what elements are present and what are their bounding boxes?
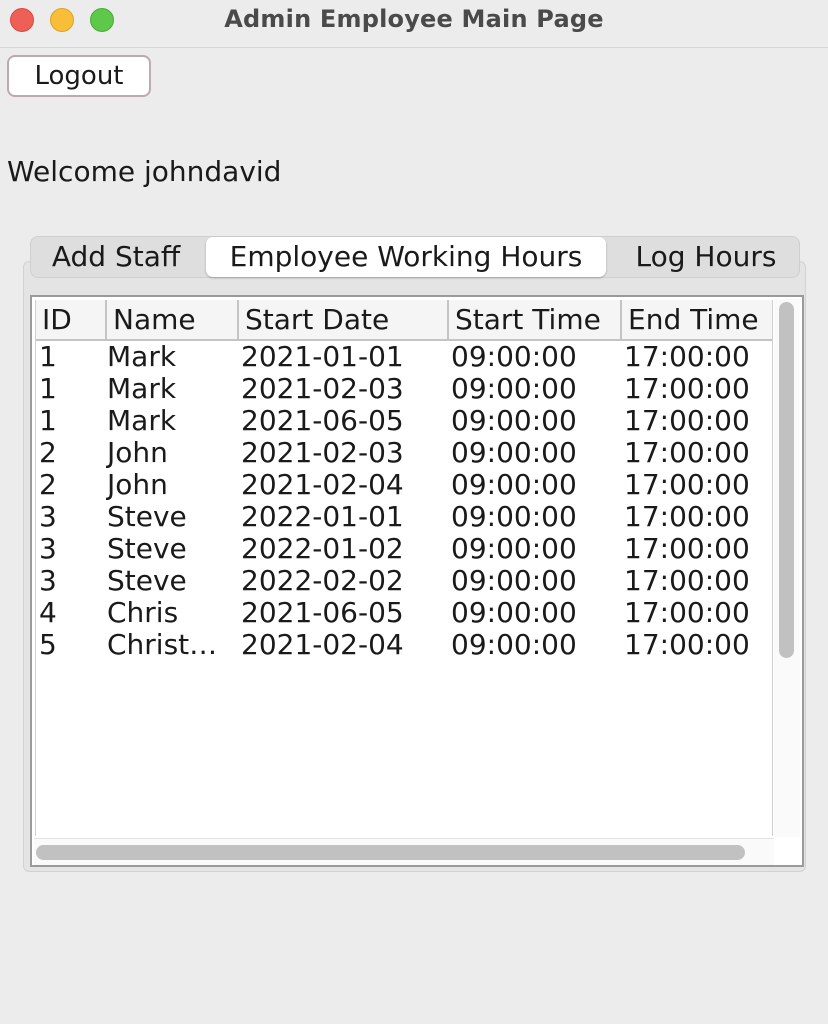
cell-start-time[interactable]: 09:00:00 — [448, 340, 621, 373]
cell-start-time[interactable]: 09:00:00 — [448, 405, 621, 437]
table-header-row: ID Name Start Date Start Time End Time — [36, 300, 772, 341]
cell-name[interactable]: Mark — [106, 340, 238, 373]
cell-end-time[interactable]: 17:00:00 — [621, 437, 772, 469]
cell-id[interactable]: 2 — [36, 437, 106, 469]
cell-name[interactable]: Steve — [106, 501, 238, 533]
table-row[interactable]: 3 Steve 2022-01-02 09:00:00 17:00:00 — [36, 533, 772, 565]
cell-start-time[interactable]: 09:00:00 — [448, 501, 621, 533]
cell-name[interactable]: Steve — [106, 565, 238, 597]
cell-id[interactable]: 3 — [36, 533, 106, 565]
cell-start-date[interactable]: 2022-02-02 — [238, 565, 448, 597]
cell-id[interactable]: 1 — [36, 373, 106, 405]
cell-end-time[interactable]: 17:00:00 — [621, 469, 772, 501]
cell-end-time[interactable]: 17:00:00 — [621, 340, 772, 373]
welcome-text: Welcome johndavid — [7, 155, 282, 188]
cell-end-time[interactable]: 17:00:00 — [621, 405, 772, 437]
cell-start-date[interactable]: 2021-06-05 — [238, 597, 448, 629]
cell-start-time[interactable]: 09:00:00 — [448, 629, 621, 661]
cell-id[interactable]: 5 — [36, 629, 106, 661]
cell-name[interactable]: Mark — [106, 405, 238, 437]
table-row[interactable]: 4 Chris 2021-06-05 09:00:00 17:00:00 — [36, 597, 772, 629]
cell-start-time[interactable]: 09:00:00 — [448, 565, 621, 597]
vertical-scroll-thumb[interactable] — [779, 302, 794, 658]
table-row[interactable]: 5 Christ… 2021-02-04 09:00:00 17:00:00 — [36, 629, 772, 661]
cell-start-date[interactable]: 2021-06-05 — [238, 405, 448, 437]
cell-id[interactable]: 3 — [36, 565, 106, 597]
cell-name[interactable]: Christ… — [106, 629, 238, 661]
cell-name[interactable]: John — [106, 469, 238, 501]
cell-id[interactable]: 1 — [36, 340, 106, 373]
cell-start-date[interactable]: 2022-01-02 — [238, 533, 448, 565]
cell-start-time[interactable]: 09:00:00 — [448, 469, 621, 501]
logout-button[interactable]: Logout — [7, 55, 151, 97]
column-header-end-time[interactable]: End Time — [621, 300, 772, 341]
cell-name[interactable]: Steve — [106, 533, 238, 565]
cell-start-time[interactable]: 09:00:00 — [448, 373, 621, 405]
cell-end-time[interactable]: 17:00:00 — [621, 373, 772, 405]
cell-start-date[interactable]: 2021-02-03 — [238, 437, 448, 469]
cell-start-time[interactable]: 09:00:00 — [448, 437, 621, 469]
horizontal-scroll-thumb[interactable] — [36, 845, 745, 860]
cell-id[interactable]: 3 — [36, 501, 106, 533]
table-row[interactable]: 1 Mark 2021-06-05 09:00:00 17:00:00 — [36, 405, 772, 437]
window-title: Admin Employee Main Page — [224, 5, 604, 33]
scroll-corner — [774, 838, 802, 865]
tab-log-hours[interactable]: Log Hours — [612, 236, 800, 278]
cell-end-time[interactable]: 17:00:00 — [621, 597, 772, 629]
table-row[interactable]: 2 John 2021-02-04 09:00:00 17:00:00 — [36, 469, 772, 501]
table-row[interactable]: 1 Mark 2021-01-01 09:00:00 17:00:00 — [36, 340, 772, 373]
title-bar: Admin Employee Main Page — [0, 0, 828, 48]
cell-start-time[interactable]: 09:00:00 — [448, 597, 621, 629]
cell-id[interactable]: 4 — [36, 597, 106, 629]
table-row[interactable]: 3 Steve 2022-02-02 09:00:00 17:00:00 — [36, 565, 772, 597]
table-row[interactable]: 1 Mark 2021-02-03 09:00:00 17:00:00 — [36, 373, 772, 405]
column-header-name[interactable]: Name — [106, 300, 239, 341]
cell-start-date[interactable]: 2021-02-04 — [238, 469, 448, 501]
tab-employee-working-hours[interactable]: Employee Working Hours — [206, 237, 606, 277]
cell-start-date[interactable]: 2021-02-03 — [238, 373, 448, 405]
hours-table-scroll-pane: ID Name Start Date Start Time End Time 1… — [30, 295, 804, 867]
cell-end-time[interactable]: 17:00:00 — [621, 629, 772, 661]
column-header-start-time[interactable]: Start Time — [448, 300, 622, 341]
cell-id[interactable]: 1 — [36, 405, 106, 437]
cell-start-date[interactable]: 2022-01-01 — [238, 501, 448, 533]
cell-name[interactable]: John — [106, 437, 238, 469]
cell-end-time[interactable]: 17:00:00 — [621, 533, 772, 565]
cell-name[interactable]: Chris — [106, 597, 238, 629]
working-hours-table: ID Name Start Date Start Time End Time 1… — [36, 300, 772, 661]
cell-start-date[interactable]: 2021-02-04 — [238, 629, 448, 661]
cell-name[interactable]: Mark — [106, 373, 238, 405]
cell-end-time[interactable]: 17:00:00 — [621, 565, 772, 597]
cell-start-time[interactable]: 09:00:00 — [448, 533, 621, 565]
column-header-start-date[interactable]: Start Date — [238, 300, 449, 341]
cell-id[interactable]: 2 — [36, 469, 106, 501]
table-row[interactable]: 3 Steve 2022-01-01 09:00:00 17:00:00 — [36, 501, 772, 533]
cell-end-time[interactable]: 17:00:00 — [621, 501, 772, 533]
table-viewport: ID Name Start Date Start Time End Time 1… — [35, 300, 773, 836]
cell-start-date[interactable]: 2021-01-01 — [238, 340, 448, 373]
column-header-id[interactable]: ID — [36, 300, 107, 341]
tab-add-staff[interactable]: Add Staff — [31, 236, 201, 278]
table-row[interactable]: 2 John 2021-02-03 09:00:00 17:00:00 — [36, 437, 772, 469]
